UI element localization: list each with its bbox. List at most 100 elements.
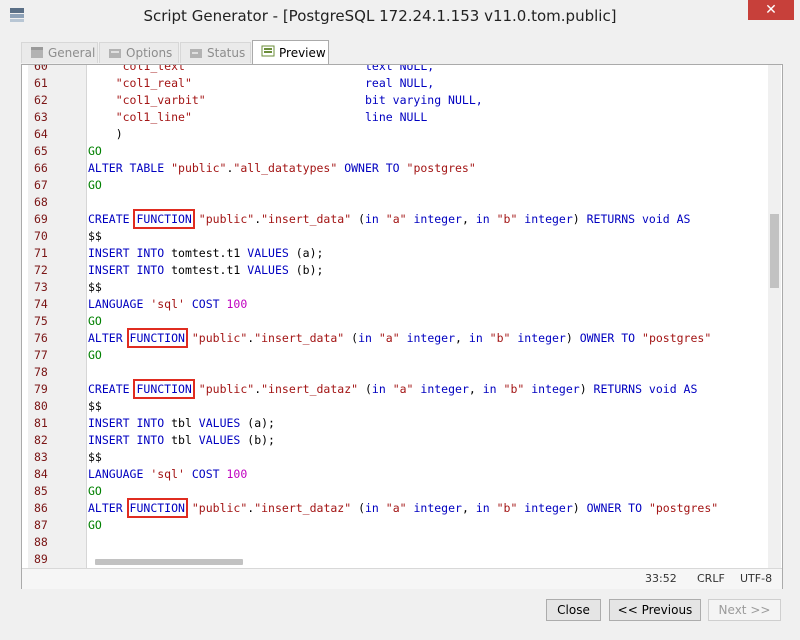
line-number: 65 [34,144,48,158]
tab-options[interactable]: Options [99,42,179,63]
title-bar: Script Generator - [PostgreSQL 172.24.1.… [0,0,800,31]
code-line: $$ [88,279,102,296]
code-token: tomtest.t1 [171,246,248,260]
code-token: in [365,212,386,226]
code-line: CREATE FUNCTION "public"."insert_dataz" … [88,379,697,399]
tab-general[interactable]: General [21,42,98,63]
close-window-button[interactable]: ✕ [748,0,794,20]
code-line: GO [88,347,102,364]
code-token: ALTER TABLE [88,161,172,175]
horizontal-scroll-thumb[interactable] [95,559,243,565]
code-line: INSERT INTO tomtest.t1 VALUES (a); [88,245,323,262]
line-number: 75 [34,314,48,328]
tab-options-label: Options [126,46,173,60]
code-token: "a" [385,212,407,226]
line-number: 84 [34,467,48,481]
line-number: 63 [34,110,48,124]
code-line: ) [88,126,123,143]
code-token: , [461,212,476,226]
code-token: RETURNS void AS [586,212,691,226]
line-number: 78 [34,365,48,379]
code-token: ( [344,331,359,345]
code-token: "b" [503,382,525,396]
line-number: 87 [34,518,48,532]
code-token: integer [399,331,456,345]
code-token: in [365,501,386,515]
code-token: VALUES [198,433,248,447]
code-token: $$ [88,450,102,464]
code-token: VALUES [247,246,296,260]
code-token: ALTER [88,331,130,345]
tab-status-label: Status [207,46,246,60]
code-line: GO [88,143,102,160]
code-line: "col1_real" real NULL, [88,75,435,92]
code-token: CREATE [88,212,137,226]
next-button[interactable]: Next >> [708,599,781,621]
code-token: GO [88,348,102,362]
code-token: "public" [191,331,248,345]
code-token: "postgres" [406,161,476,175]
code-line: GO [88,177,102,194]
line-number: 88 [34,535,48,549]
code-token: VALUES [198,416,248,430]
preview-tab-icon [261,45,275,57]
previous-button[interactable]: << Previous [609,599,701,621]
vertical-scrollbar[interactable] [768,65,781,568]
code-line: GO [88,313,102,330]
code-token: line NULL [364,110,428,124]
code-token: integer [524,382,580,396]
code-token: GO [88,144,102,158]
code-line: $$ [88,228,102,245]
line-number: 69 [34,212,48,226]
code-token: in [482,382,504,396]
editor-status-bar: 33:52 CRLF UTF-8 [22,568,782,589]
code-token: 100 [226,297,248,311]
code-token: "col1_varbit" [115,93,206,107]
line-number: 68 [34,195,48,209]
line-number: 64 [34,127,48,141]
code-token: (b); [247,433,275,447]
code-token: "insert_dataz" [261,382,359,396]
code-line: "col1_text" text NULL, [88,65,435,75]
code-line: ALTER TABLE "public"."all_datatypes" OWN… [88,160,476,177]
line-number: 73 [34,280,48,294]
code-token: , [461,501,476,515]
code-token: LANGUAGE [88,297,151,311]
code-token: INSERT INTO [88,263,172,277]
tab-status[interactable]: Status [180,42,251,63]
close-button[interactable]: Close [546,599,601,621]
code-token: COST [184,467,227,481]
code-token: VALUES [247,263,296,277]
line-number: 77 [34,348,48,362]
code-token: $$ [88,280,102,294]
highlighted-token: FUNCTION [133,209,195,229]
line-number: 61 [34,76,48,90]
vertical-scroll-thumb[interactable] [770,214,779,288]
code-line: LANGUAGE 'sql' COST 100 [88,466,247,483]
tab-preview[interactable]: Preview [252,40,329,65]
code-token: ALTER [88,501,130,515]
status-tab-icon [190,49,202,58]
code-token: INSERT INTO [88,433,172,447]
code-editor[interactable]: 60 "col1_text" text NULL, 61 "col1_real" … [28,65,781,568]
line-number: 81 [34,416,48,430]
horizontal-scrollbar[interactable] [95,557,765,566]
highlighted-token: FUNCTION [133,379,195,399]
code-token: "public" [191,501,248,515]
code-token: ( [358,382,372,396]
code-line: INSERT INTO tbl VALUES (a); [88,415,275,432]
general-tab-icon [31,47,43,58]
code-token: "a" [378,331,400,345]
code-token: COST [184,297,227,311]
line-number: 67 [34,178,48,192]
code-token: ) [565,331,580,345]
line-number: 89 [34,552,48,566]
tab-general-label: General [48,46,96,60]
code-token: "col1_text" [115,65,192,73]
line-number: 62 [34,93,48,107]
